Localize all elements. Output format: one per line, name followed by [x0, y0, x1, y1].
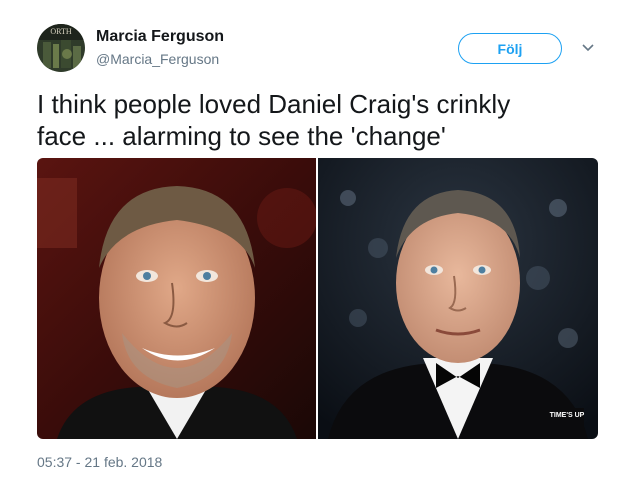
tweet-text: I think people loved Daniel Craig's crin… — [37, 89, 511, 151]
tweet-media[interactable]: TIME'S UP — [37, 158, 598, 439]
badge-text: TIME'S UP — [550, 412, 585, 419]
avatar[interactable]: ORTH — [37, 24, 85, 72]
right-photo[interactable]: TIME'S UP — [318, 158, 598, 439]
user-handle[interactable]: @Marcia_Ferguson — [96, 51, 219, 67]
left-photo[interactable] — [37, 158, 316, 439]
avatar-image: ORTH — [37, 24, 85, 72]
man-smiling-image — [37, 158, 316, 439]
svg-text:ORTH: ORTH — [50, 27, 72, 36]
user-name[interactable]: Marcia Ferguson — [96, 28, 224, 46]
chevron-down-icon[interactable] — [578, 38, 598, 58]
man-tuxedo-image: TIME'S UP — [318, 158, 598, 439]
follow-button[interactable]: Följ — [458, 33, 562, 64]
tweet-timestamp[interactable]: 05:37 - 21 feb. 2018 — [37, 454, 162, 470]
